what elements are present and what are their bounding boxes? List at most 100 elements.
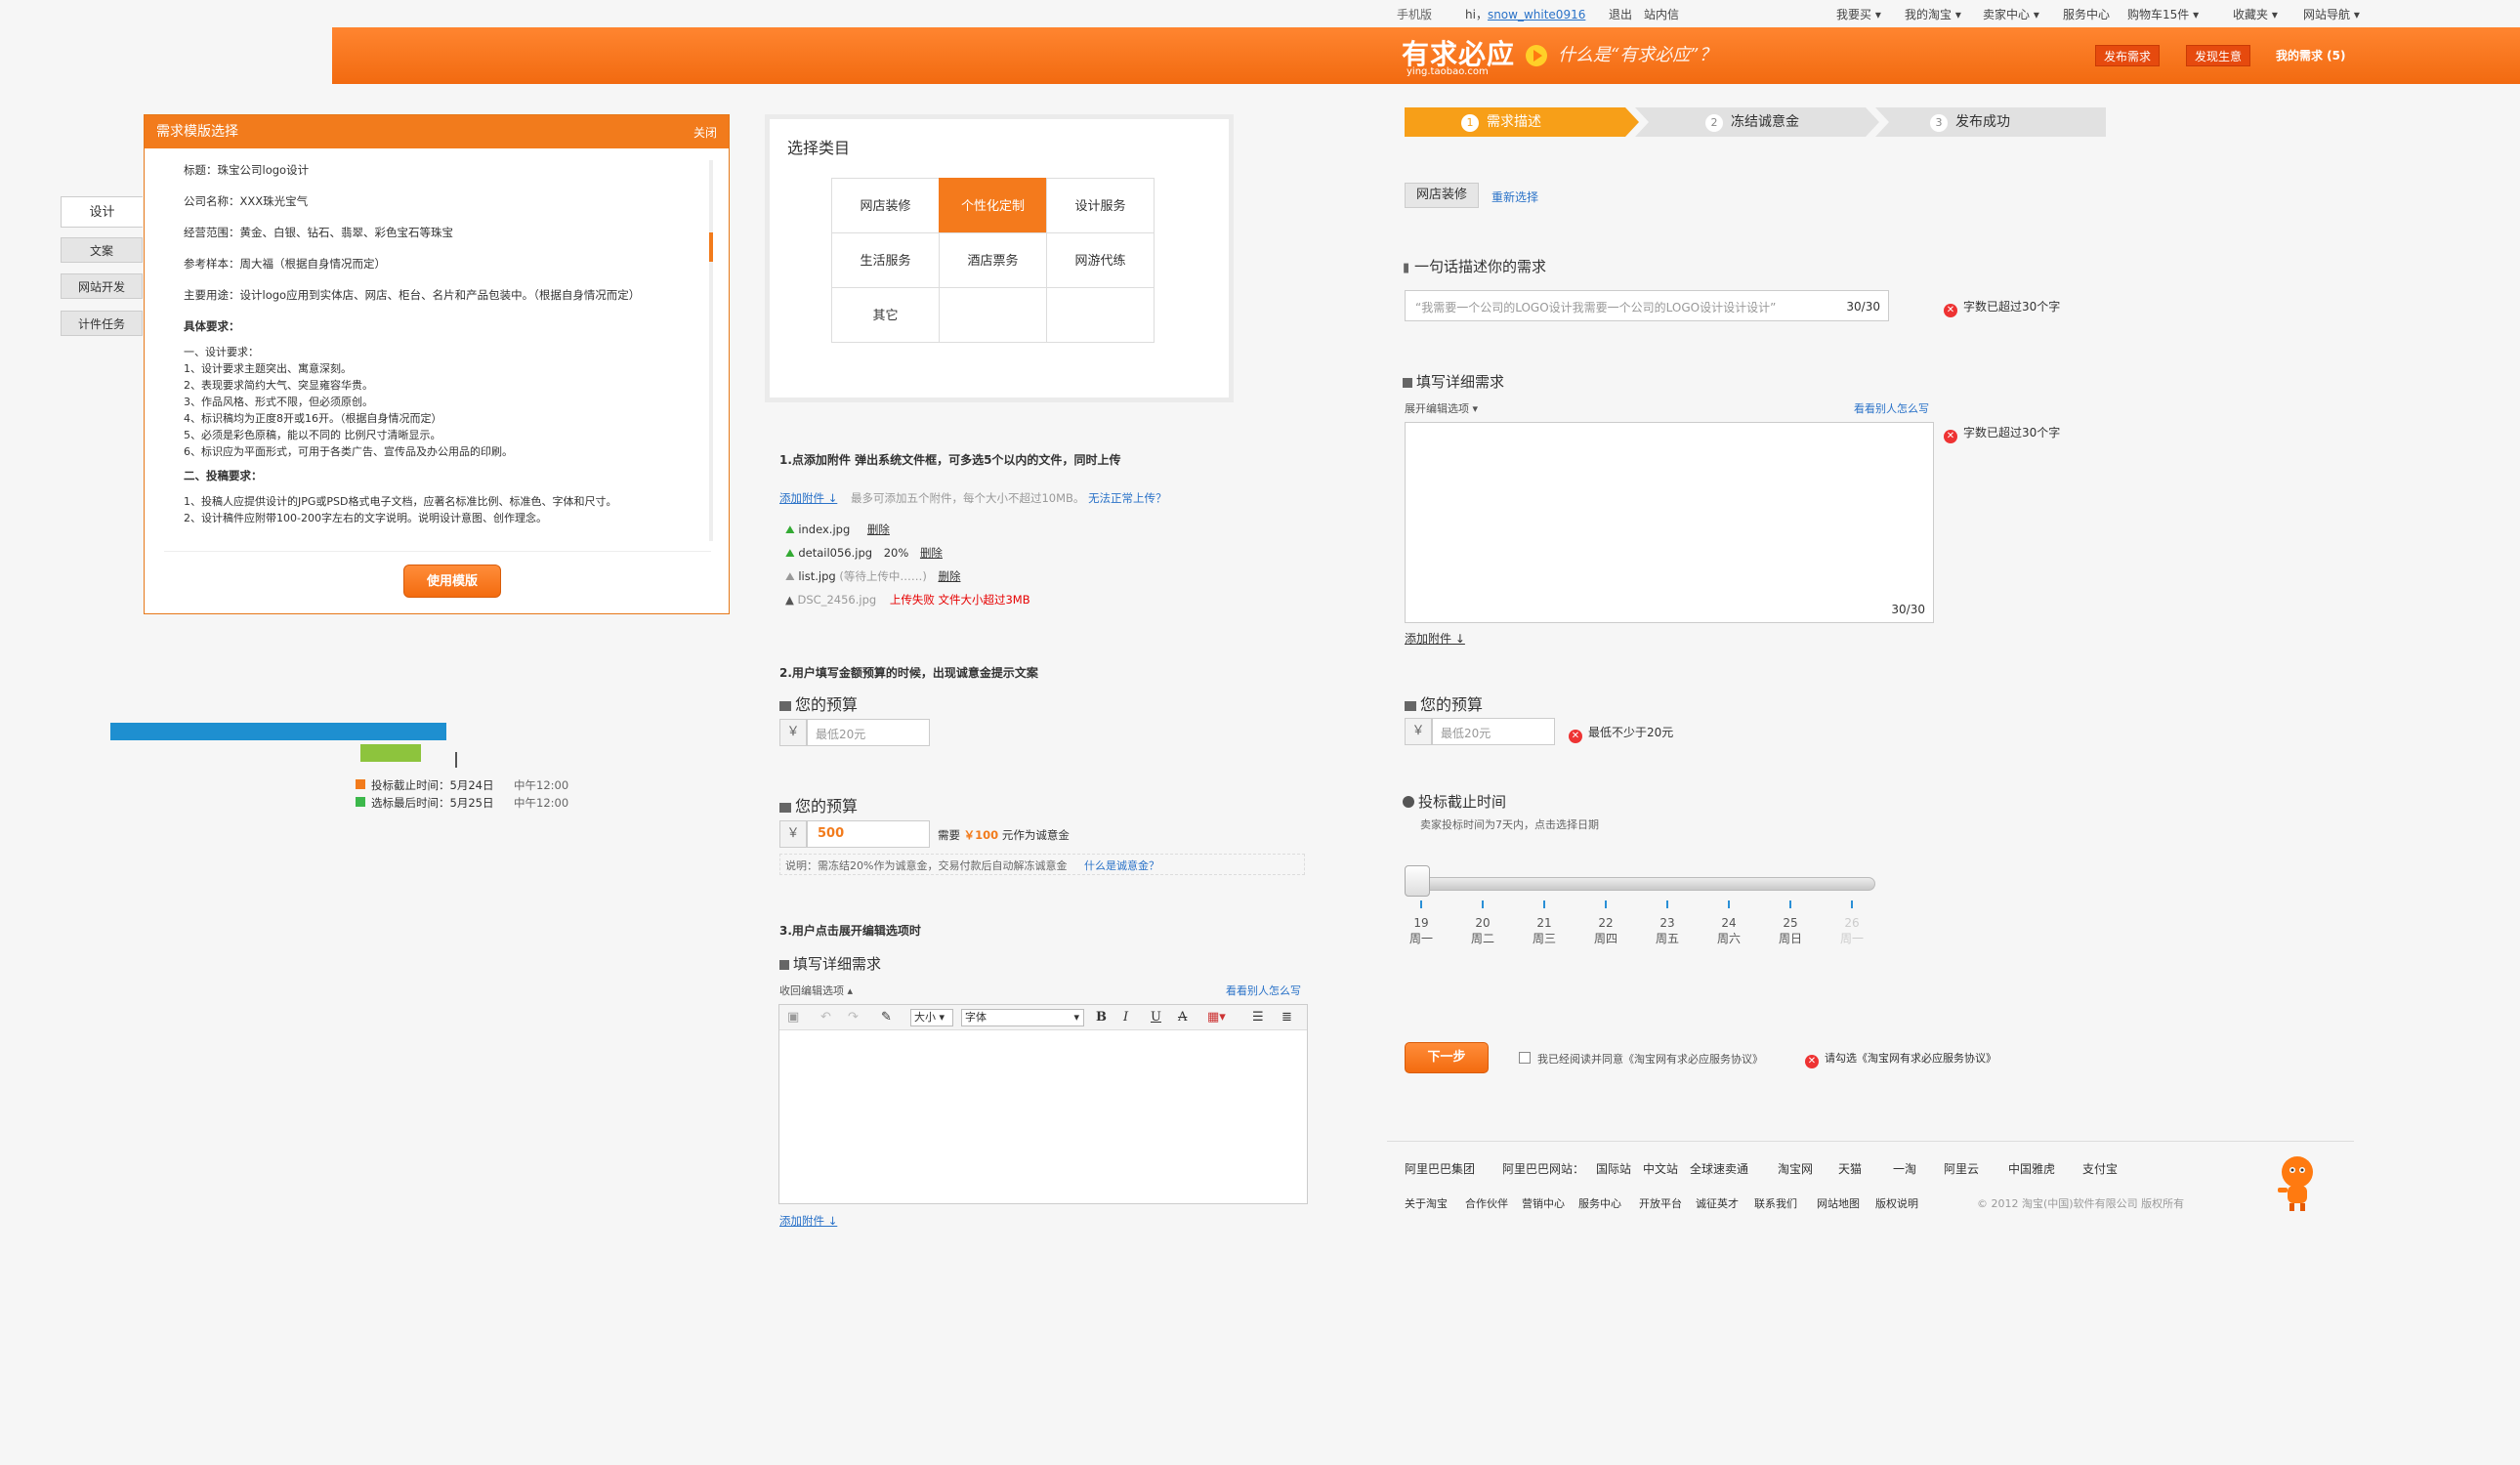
budget-input[interactable]: 最低20元 [1432,718,1555,745]
date-label[interactable]: 19 周一 [1402,915,1441,946]
footer-link[interactable]: 阿里巴巴集团 [1405,1160,1475,1177]
tab-design[interactable]: 设计 [61,196,143,228]
messages-link[interactable]: 站内信 [1644,6,1679,22]
date-tick[interactable] [1789,900,1791,908]
date-tick[interactable] [1420,900,1422,908]
expand-editor-toggle[interactable]: 展开编辑选项 ▾ [1405,400,1478,416]
footer-link[interactable]: 全球速卖通 [1690,1160,1748,1177]
category-hotel-ticket[interactable]: 酒店票务 [939,232,1047,288]
undo-icon[interactable]: ↶ [820,1010,831,1025]
category-other[interactable]: 其它 [831,287,940,343]
footer-link[interactable]: 服务中心 [1578,1195,1621,1211]
close-button[interactable]: 关闭 [693,124,717,141]
footer-link[interactable]: 阿里云 [1944,1160,1979,1177]
my-taobao-menu[interactable]: 我的淘宝 ▾ [1905,6,1961,22]
strikethrough-icon[interactable]: A [1178,1010,1187,1025]
category-life-service[interactable]: 生活服务 [831,232,940,288]
date-tick[interactable] [1666,900,1668,908]
add-attachment-link[interactable]: 添加附件 ↓ [779,1213,837,1229]
image-icon[interactable]: ▣ [787,1010,799,1025]
rich-text-editor[interactable]: ▣ ↶ ↷ ✎ 大小 ▾ 字体 ▾ B I U A ▦▾ ☰ ≣ [778,1004,1308,1204]
cart-link[interactable]: 购物车15件 ▾ [2127,6,2199,22]
date-label[interactable]: 21 周三 [1525,915,1564,946]
date-label[interactable]: 23 周五 [1648,915,1687,946]
footer-link[interactable]: 网站地图 [1817,1195,1860,1211]
slogan-link[interactable]: 什么是“有求必应”？ [1558,41,1716,66]
footer-link[interactable]: 天猫 [1838,1160,1862,1177]
color-grid-icon[interactable]: ▦▾ [1207,1010,1226,1025]
footer-link[interactable]: 营销中心 [1522,1195,1565,1211]
use-template-button[interactable]: 使用模版 [403,565,501,598]
tab-piecework[interactable]: 计件任务 [61,311,143,336]
redo-icon[interactable]: ↷ [848,1010,859,1025]
footer-link[interactable]: 支付宝 [2082,1160,2118,1177]
add-attachment-link[interactable]: 添加附件 [779,491,824,505]
date-slider-handle[interactable] [1405,865,1430,897]
bold-icon[interactable]: B [1096,1010,1107,1025]
detail-textarea[interactable]: 30/30 [1405,422,1934,623]
favorites-menu[interactable]: 收藏夹 ▾ [2233,6,2278,22]
what-is-deposit-link[interactable]: 什么是诚意金？ [1084,859,1159,872]
font-family-select[interactable]: 字体 ▾ [961,1009,1084,1026]
budget-input-filled[interactable]: 500 [807,820,930,848]
format-brush-icon[interactable]: ✎ [881,1010,892,1025]
category-design-service[interactable]: 设计服务 [1046,178,1155,233]
date-label[interactable]: 22 周四 [1586,915,1625,946]
font-size-select[interactable]: 大小 ▾ [910,1009,953,1026]
footer-link[interactable]: 关于淘宝 [1405,1195,1448,1211]
add-attachment-link[interactable]: 添加附件 ↓ [1405,630,1465,647]
date-tick[interactable] [1482,900,1484,908]
delete-link[interactable]: 删除 [938,569,960,583]
date-label[interactable]: 26 周一 [1832,915,1871,946]
budget-input[interactable]: 最低20元 [807,719,930,746]
underline-icon[interactable]: U [1151,1010,1161,1025]
footer-link[interactable]: 中国雅虎 [2008,1160,2055,1177]
footer-link[interactable]: 一淘 [1893,1160,1916,1177]
footer-link[interactable]: 中文站 [1643,1160,1678,1177]
see-others-link[interactable]: 看看别人怎么写 [1854,400,1929,416]
site-nav-menu[interactable]: 网站导航 ▾ [2303,6,2360,22]
date-label[interactable]: 25 周日 [1771,915,1810,946]
one-line-input[interactable]: “我需要一个公司的LOGO设计我需要一个公司的LOGO设计设计设计” 30/30 [1405,290,1889,321]
date-tick[interactable] [1851,900,1853,908]
date-label[interactable]: 20 周二 [1463,915,1502,946]
footer-link[interactable]: 联系我们 [1754,1195,1797,1211]
see-others-link[interactable]: 看看别人怎么写 [1226,983,1301,998]
agree-label[interactable]: 我已经阅读并同意《淘宝网有求必应服务协议》 [1537,1051,1763,1067]
scrollbar-thumb[interactable] [709,232,713,262]
find-business-button[interactable]: 发现生意 [2186,45,2251,66]
numbered-list-icon[interactable]: ≣ [1281,1010,1292,1025]
date-label[interactable]: 24 周六 [1709,915,1748,946]
category-game-boost[interactable]: 网游代练 [1046,232,1155,288]
footer-link[interactable]: 版权说明 [1875,1195,1918,1211]
cant-upload-link[interactable]: 无法正常上传？ [1088,491,1167,505]
service-center-link[interactable]: 服务中心 [2063,6,2110,22]
next-step-button[interactable]: 下一步 [1405,1042,1489,1073]
collapse-editor-toggle[interactable]: 收回编辑选项 ▴ [779,983,853,998]
play-icon[interactable] [1526,45,1547,66]
seller-center-menu[interactable]: 卖家中心 ▾ [1983,6,2039,22]
delete-link[interactable]: 删除 [867,523,890,536]
reselect-link[interactable]: 重新选择 [1491,188,1538,205]
category-store-decoration[interactable]: 网店装修 [831,178,940,233]
username-link[interactable]: snow_white0916 [1488,8,1585,21]
delete-link[interactable]: 删除 [920,546,943,560]
agree-checkbox[interactable] [1519,1052,1531,1064]
post-need-button[interactable]: 发布需求 [2095,45,2161,66]
italic-icon[interactable]: I [1123,1010,1128,1025]
footer-link[interactable]: 合作伙伴 [1465,1195,1508,1211]
logout-link[interactable]: 退出 [1609,6,1632,22]
date-tick[interactable] [1605,900,1607,908]
my-needs-link[interactable]: 我的需求 (5) [2276,47,2346,63]
footer-link[interactable]: 淘宝网 [1778,1160,1813,1177]
scrollbar-track[interactable] [709,160,713,541]
phone-link[interactable]: 手机版 [1397,6,1432,22]
bullet-list-icon[interactable]: ☰ [1252,1010,1264,1025]
date-slider-track[interactable] [1407,877,1875,891]
category-customization[interactable]: 个性化定制 [939,178,1047,233]
buy-menu[interactable]: 我要买 ▾ [1836,6,1881,22]
date-tick[interactable] [1543,900,1545,908]
footer-link[interactable]: 开放平台 [1639,1195,1682,1211]
tab-copywriting[interactable]: 文案 [61,237,143,263]
date-tick[interactable] [1728,900,1730,908]
